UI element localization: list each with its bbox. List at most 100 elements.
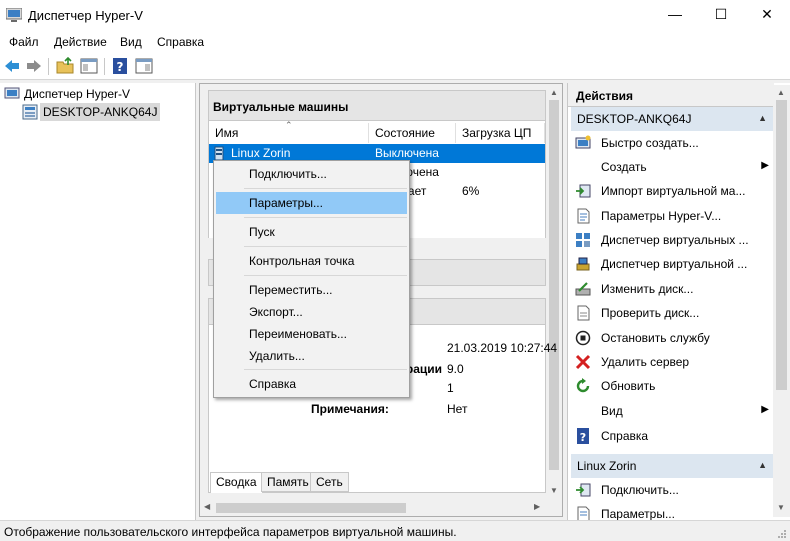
- help-icon: ?: [577, 428, 589, 444]
- help-icon[interactable]: ?: [111, 57, 129, 75]
- scrollbar-thumb[interactable]: [776, 100, 787, 390]
- collapse-arrow-icon[interactable]: ▲: [758, 113, 767, 123]
- forward-arrow-icon[interactable]: [25, 57, 43, 75]
- action-vm-settings[interactable]: Параметры...: [571, 502, 773, 520]
- hyperv-manager-icon: [4, 87, 20, 99]
- actions-group-host[interactable]: DESKTOP-ANKQ64J ▲: [571, 107, 773, 131]
- scrollbar-thumb[interactable]: [549, 100, 559, 470]
- vm-context-menu: Подключить... Параметры... Пуск Контроль…: [213, 160, 410, 398]
- scrollbar-thumb[interactable]: [216, 503, 406, 513]
- notes-label: Примечания:: [311, 402, 389, 416]
- connect-icon: [576, 483, 591, 497]
- action-stop-service[interactable]: Остановить службу: [571, 326, 773, 350]
- maximize-button[interactable]: ☐: [698, 0, 744, 31]
- san-manager-icon: [576, 257, 590, 271]
- collapse-arrow-icon[interactable]: ▲: [758, 460, 767, 470]
- vm-icon: [214, 146, 224, 161]
- action-create[interactable]: Создать ▶: [571, 155, 773, 179]
- edit-disk-icon: [575, 282, 591, 296]
- context-help[interactable]: Справка: [216, 373, 407, 395]
- resize-grip-icon[interactable]: [777, 529, 787, 539]
- column-header-state[interactable]: Состояние: [369, 123, 456, 143]
- action-inspect-disk[interactable]: Проверить диск...: [571, 301, 773, 325]
- menu-separator: [244, 188, 407, 189]
- menu-view[interactable]: Вид: [120, 35, 142, 49]
- action-remove-server[interactable]: Удалить сервер: [571, 350, 773, 374]
- menu-action[interactable]: Действие: [54, 35, 107, 49]
- status-bar: Отображение пользовательского интерфейса…: [0, 520, 790, 541]
- vm-cpu: 6%: [462, 184, 480, 198]
- menu-separator: [244, 246, 407, 247]
- submenu-arrow-icon: ▶: [761, 404, 769, 415]
- action-hyperv-settings[interactable]: Параметры Hyper-V...: [571, 204, 773, 228]
- action-view[interactable]: Вид ▶: [571, 399, 773, 423]
- center-vertical-scrollbar[interactable]: ▲ ▼: [546, 85, 562, 501]
- action-help[interactable]: ? Справка: [571, 424, 773, 448]
- toolbar-separator: [104, 58, 105, 75]
- toolbar: ?: [0, 53, 790, 80]
- menu-help[interactable]: Справка: [157, 35, 204, 49]
- center-horizontal-scrollbar[interactable]: ◀ ▶: [200, 500, 546, 516]
- actions-title: Действия: [576, 89, 634, 103]
- action-quick-create[interactable]: Быстро создать...: [571, 131, 773, 155]
- delete-x-icon: [575, 354, 591, 370]
- context-checkpoint[interactable]: Контрольная точка: [216, 250, 407, 272]
- settings-page-icon: [577, 208, 590, 224]
- action-import-vm[interactable]: Импорт виртуальной ма...: [571, 179, 773, 203]
- svg-text:?: ?: [117, 60, 124, 74]
- scroll-up-arrow-icon[interactable]: ▲: [550, 88, 558, 97]
- menu-bar: Файл Действие Вид Справка: [0, 31, 790, 53]
- actions-group-vm[interactable]: Linux Zorin ▲: [571, 454, 773, 478]
- settings-page-icon: [577, 506, 590, 520]
- sort-ascending-icon: ⌃: [285, 120, 293, 130]
- action-virtual-switch-manager[interactable]: Диспетчер виртуальных ...: [571, 228, 773, 252]
- minimize-button[interactable]: —: [652, 0, 698, 31]
- context-connect[interactable]: Подключить...: [216, 163, 407, 185]
- vm-panel-header: Виртуальные машины: [209, 91, 545, 121]
- show-action-pane-icon[interactable]: [135, 57, 153, 75]
- menu-separator: [244, 369, 407, 370]
- action-san-manager[interactable]: Диспетчер виртуальной ...: [571, 252, 773, 276]
- refresh-icon: [576, 378, 590, 393]
- context-delete[interactable]: Удалить...: [216, 345, 407, 367]
- back-arrow-icon[interactable]: [3, 57, 21, 75]
- scroll-down-arrow-icon[interactable]: ▼: [550, 486, 558, 495]
- title-bar: Диспетчер Hyper-V — ☐ ✕: [0, 0, 790, 31]
- created-value: 21.03.2019 10:27:44: [447, 341, 558, 355]
- toolbar-separator: [48, 58, 49, 75]
- menu-file[interactable]: Файл: [9, 35, 39, 49]
- context-move[interactable]: Переместить...: [216, 279, 407, 301]
- scroll-up-arrow-icon[interactable]: ▲: [777, 88, 785, 97]
- tab-summary[interactable]: Сводка: [210, 472, 263, 493]
- config-version-value: 9.0: [447, 362, 464, 376]
- menu-separator: [244, 275, 407, 276]
- column-header-name[interactable]: Имя ⌃: [209, 120, 369, 143]
- scroll-down-arrow-icon[interactable]: ▼: [777, 503, 785, 512]
- scroll-left-arrow-icon[interactable]: ◀: [204, 502, 210, 511]
- server-icon: [22, 104, 38, 120]
- tab-network[interactable]: Сеть: [310, 472, 349, 492]
- context-export[interactable]: Экспорт...: [216, 301, 407, 323]
- close-button[interactable]: ✕: [744, 0, 790, 31]
- generation-value: 1: [447, 381, 454, 395]
- context-start[interactable]: Пуск: [216, 221, 407, 243]
- show-hide-console-tree-icon[interactable]: [80, 57, 98, 75]
- actions-vertical-scrollbar[interactable]: ▲ ▼: [773, 85, 790, 517]
- column-header-cpu[interactable]: Загрузка ЦП: [456, 123, 545, 143]
- actions-title-bar: Действия: [568, 83, 774, 107]
- scroll-right-arrow-icon[interactable]: ▶: [534, 502, 540, 511]
- status-text: Отображение пользовательского интерфейса…: [4, 525, 457, 539]
- context-settings[interactable]: Параметры...: [216, 192, 407, 214]
- virtual-switch-icon: [576, 233, 590, 247]
- import-icon: [576, 184, 591, 198]
- folder-up-icon[interactable]: [56, 57, 74, 75]
- action-edit-disk[interactable]: Изменить диск...: [571, 277, 773, 301]
- menu-separator: [244, 217, 407, 218]
- action-refresh[interactable]: Обновить: [571, 374, 773, 398]
- vm-panel-title: Виртуальные машины: [213, 100, 349, 114]
- inspect-disk-icon: [577, 305, 590, 321]
- window-title: Диспетчер Hyper-V: [28, 8, 143, 23]
- action-vm-connect[interactable]: Подключить...: [571, 478, 773, 502]
- tab-memory[interactable]: Память: [261, 472, 315, 492]
- context-rename[interactable]: Переименовать...: [216, 323, 407, 345]
